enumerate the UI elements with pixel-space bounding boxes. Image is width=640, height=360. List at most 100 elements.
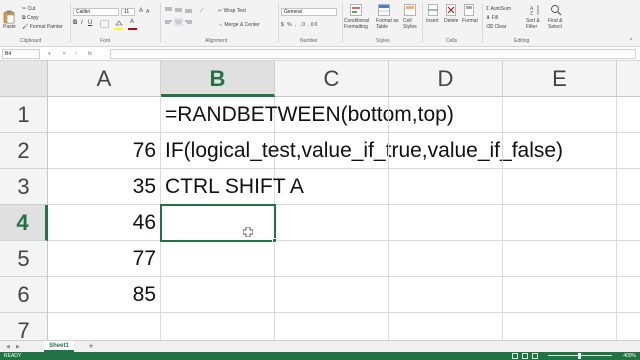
- sort-filter-button[interactable]: Sort & Filter: [526, 18, 540, 30]
- ribbon-separator: [482, 3, 483, 43]
- page-break-view-icon[interactable]: [532, 353, 538, 359]
- row-header-3[interactable]: 3: [0, 169, 48, 205]
- number-group-label: Number: [300, 38, 318, 44]
- normal-view-icon[interactable]: [512, 353, 518, 359]
- page-layout-view-icon[interactable]: [522, 353, 528, 359]
- select-all-corner[interactable]: [0, 61, 48, 97]
- format-button[interactable]: Format: [462, 18, 478, 24]
- clear-label: Clear: [494, 24, 507, 30]
- copy-icon: ⧉: [22, 15, 26, 21]
- paste-button[interactable]: Paste: [3, 24, 16, 30]
- borders-icon[interactable]: [100, 20, 109, 28]
- row-header-2[interactable]: 2: [0, 133, 48, 169]
- clear-button[interactable]: ⌫ Clear: [486, 24, 506, 30]
- format-as-table-button[interactable]: Format as Table: [376, 18, 399, 30]
- row-header-7[interactable]: 7: [0, 313, 48, 340]
- column-header-f[interactable]: [617, 61, 640, 97]
- grow-font-icon[interactable]: A: [139, 8, 143, 14]
- cell-a5[interactable]: 77: [48, 241, 161, 277]
- insert-button[interactable]: Insert: [426, 18, 439, 24]
- font-name-dropdown[interactable]: Calibri: [73, 8, 119, 16]
- font-color-swatch: [128, 28, 137, 30]
- zoom-level[interactable]: 400%: [623, 352, 636, 360]
- column-header-a[interactable]: A: [48, 61, 161, 97]
- cell-b1[interactable]: =RANDBETWEEN(bottom,top): [161, 97, 454, 133]
- cell-a6[interactable]: 85: [48, 277, 161, 313]
- autosum-icon: Σ: [486, 6, 490, 12]
- column-header-c[interactable]: C: [275, 61, 389, 97]
- shrink-font-icon[interactable]: A: [146, 9, 149, 15]
- styles-group-label: Styles: [376, 38, 390, 44]
- home-ribbon: Paste ✂ Cut ⧉ Copy 🖌 Format Painter Clip…: [0, 0, 640, 47]
- name-box-dropdown-icon[interactable]: ▾: [48, 51, 51, 57]
- cell-b3[interactable]: CTRL SHIFT A: [161, 169, 304, 205]
- font-color-icon[interactable]: A: [130, 19, 134, 25]
- row-header-6[interactable]: 6: [0, 277, 48, 313]
- cell-styles-icon: [404, 4, 416, 16]
- insert-cells-icon: [428, 4, 438, 16]
- number-format-buttons-icon[interactable]: $ % , .0 .00: [281, 22, 318, 28]
- cells-group-label: Cells: [446, 38, 458, 44]
- fill-handle[interactable]: [272, 238, 277, 243]
- next-sheet-icon[interactable]: ▶: [16, 344, 20, 350]
- autosum-button[interactable]: Σ AutoSum: [486, 6, 511, 12]
- cell-a7[interactable]: [48, 313, 161, 340]
- italic-button[interactable]: I: [81, 20, 83, 26]
- merge-center-button[interactable]: ⇔ Merge & Center: [218, 22, 260, 28]
- row-header-5[interactable]: 5: [0, 241, 48, 277]
- wrap-text-label: Wrap Text: [223, 8, 246, 14]
- wrap-text-icon: ↵: [218, 8, 223, 14]
- name-box[interactable]: B4: [2, 49, 40, 59]
- column-header-d[interactable]: D: [389, 61, 503, 97]
- fill-icon: ⬇: [486, 15, 491, 21]
- sheet-tab-sheet1[interactable]: Sheet1: [44, 341, 74, 352]
- worksheet-grid: A B C D E 1 2 3 4 5 6 7 =RANDBETWEEN(bot…: [0, 61, 640, 340]
- cell-a3[interactable]: 35: [48, 169, 161, 205]
- cell-styles-label-2: Styles: [403, 24, 417, 30]
- copy-button[interactable]: ⧉ Copy: [22, 15, 39, 21]
- row-header-1[interactable]: 1: [0, 97, 48, 133]
- cell-a4[interactable]: 46: [48, 205, 161, 241]
- confirm-entry-icon[interactable]: ✓: [74, 51, 78, 57]
- fill-label: Fill: [491, 15, 498, 21]
- zoom-slider-thumb[interactable]: [578, 353, 581, 359]
- cancel-entry-icon[interactable]: ✕: [62, 51, 66, 57]
- formula-input[interactable]: [110, 49, 636, 59]
- ribbon-separator: [422, 3, 423, 43]
- add-sheet-button[interactable]: +: [86, 342, 96, 352]
- paste-icon[interactable]: [3, 10, 15, 24]
- column-header-e[interactable]: E: [503, 61, 617, 97]
- insert-function-icon[interactable]: fx: [88, 51, 92, 57]
- format-painter-icon: 🖌: [22, 24, 29, 30]
- cell-a2[interactable]: 76: [48, 133, 161, 169]
- cell-b2[interactable]: IF(logical_test,value_if_true,value_if_f…: [161, 133, 563, 169]
- conditional-formatting-button[interactable]: Conditional Formatting: [344, 18, 369, 30]
- row-header-4[interactable]: 4: [0, 205, 48, 241]
- prev-sheet-icon[interactable]: ◀: [6, 344, 10, 350]
- alignment-buttons-icon[interactable]: [164, 6, 194, 36]
- cell-styles-button[interactable]: Cell Styles: [403, 18, 417, 30]
- cut-button[interactable]: ✂ Cut: [22, 6, 35, 12]
- autosum-label: AutoSum: [490, 6, 512, 12]
- fill-button[interactable]: ⬇ Fill: [486, 15, 498, 21]
- sort-label-2: Filter: [526, 24, 538, 30]
- find-label-2: Select: [548, 24, 562, 30]
- cell-a1[interactable]: [48, 97, 161, 133]
- find-select-button[interactable]: Find & Select: [548, 18, 562, 30]
- font-size-dropdown[interactable]: 11: [121, 8, 135, 16]
- sheet-tab-bar: ◀ ▶ Sheet1 +: [0, 340, 640, 352]
- orientation-icon[interactable]: ⟋: [200, 8, 204, 14]
- column-header-b[interactable]: B: [161, 61, 275, 97]
- gridlines: [275, 132, 640, 313]
- ribbon-separator: [70, 3, 71, 43]
- format-painter-button[interactable]: 🖌 Format Painter: [22, 24, 63, 30]
- collapse-ribbon-icon[interactable]: ^: [630, 38, 632, 44]
- cell-b6[interactable]: [161, 277, 275, 313]
- wrap-text-button[interactable]: ↵ Wrap Text: [218, 8, 246, 14]
- underline-button[interactable]: U: [88, 20, 92, 26]
- delete-button[interactable]: Delete: [444, 18, 458, 24]
- cell-b5[interactable]: [161, 241, 275, 277]
- number-format-dropdown[interactable]: General: [281, 8, 337, 16]
- cell-b7[interactable]: [161, 313, 275, 340]
- bold-button[interactable]: B: [73, 20, 77, 26]
